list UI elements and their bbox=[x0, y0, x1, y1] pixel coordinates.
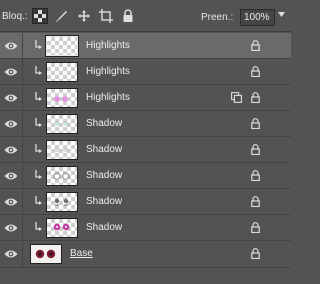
layer-thumbnail[interactable] bbox=[46, 140, 78, 160]
layer-thumbnail[interactable] bbox=[46, 218, 78, 238]
layer-row[interactable]: Highlights bbox=[0, 59, 291, 85]
lock-icon bbox=[251, 222, 260, 233]
lock-image-pixels-icon[interactable] bbox=[54, 8, 70, 24]
lock-icon bbox=[251, 66, 260, 77]
lock-icon bbox=[251, 144, 260, 155]
visibility-eye-icon[interactable] bbox=[4, 249, 18, 259]
layer-name[interactable]: Shadow bbox=[86, 170, 122, 181]
layer-thumbnail[interactable] bbox=[46, 192, 78, 212]
divider bbox=[22, 33, 23, 59]
visibility-eye-icon[interactable] bbox=[4, 171, 18, 181]
layer-name[interactable]: Shadow bbox=[86, 144, 122, 155]
layer-name[interactable]: Base bbox=[70, 248, 93, 259]
lock-all-icon[interactable] bbox=[120, 8, 136, 24]
lock-icon bbox=[251, 248, 260, 259]
layer-name[interactable]: Shadow bbox=[86, 196, 122, 207]
lock-icon bbox=[251, 196, 260, 207]
smart-object-icon bbox=[231, 92, 242, 103]
layers-lock-toolbar: Bloq.: Preen.: 100% bbox=[0, 0, 291, 32]
lock-icon bbox=[251, 40, 260, 51]
layer-thumbnail[interactable] bbox=[30, 244, 62, 264]
layer-thumbnail[interactable] bbox=[46, 62, 78, 82]
clipping-mask-icon bbox=[35, 170, 42, 179]
fill-value: 100% bbox=[244, 12, 270, 23]
fill-label: Preen.: bbox=[201, 12, 234, 23]
layer-row[interactable]: Highlights bbox=[0, 85, 291, 111]
clipping-mask-icon bbox=[35, 40, 42, 49]
chevron-down-icon[interactable] bbox=[278, 12, 285, 17]
layer-name[interactable]: Highlights bbox=[86, 40, 130, 51]
clipping-mask-icon bbox=[35, 196, 42, 205]
lock-icon bbox=[251, 92, 260, 103]
layer-row[interactable]: Shadow bbox=[0, 163, 291, 189]
visibility-eye-icon[interactable] bbox=[4, 67, 18, 77]
divider bbox=[22, 59, 23, 85]
lock-icon bbox=[251, 118, 260, 129]
visibility-eye-icon[interactable] bbox=[4, 197, 18, 207]
clipping-mask-icon bbox=[35, 66, 42, 75]
layer-name[interactable]: Shadow bbox=[86, 222, 122, 233]
clipping-mask-icon bbox=[35, 92, 42, 101]
layer-name[interactable]: Highlights bbox=[86, 66, 130, 77]
divider bbox=[22, 111, 23, 137]
clipping-mask-icon bbox=[35, 222, 42, 231]
layer-row[interactable]: Highlights bbox=[0, 33, 291, 59]
visibility-eye-icon[interactable] bbox=[4, 93, 18, 103]
layer-row[interactable]: Shadow bbox=[0, 189, 291, 215]
layer-thumbnail[interactable] bbox=[46, 114, 78, 134]
visibility-eye-icon[interactable] bbox=[4, 41, 18, 51]
layer-row[interactable]: Shadow bbox=[0, 215, 291, 241]
divider bbox=[22, 215, 23, 241]
layer-name[interactable]: Highlights bbox=[86, 92, 130, 103]
clipping-mask-icon bbox=[35, 118, 42, 127]
layer-row[interactable]: Shadow bbox=[0, 111, 291, 137]
visibility-eye-icon[interactable] bbox=[4, 119, 18, 129]
divider bbox=[22, 189, 23, 215]
lock-transparent-pixels-icon[interactable] bbox=[32, 8, 48, 24]
visibility-eye-icon[interactable] bbox=[4, 145, 18, 155]
lock-label: Bloq.: bbox=[2, 11, 28, 22]
lock-position-icon[interactable] bbox=[76, 8, 92, 24]
layer-row[interactable]: Base bbox=[0, 241, 291, 268]
layer-thumbnail[interactable] bbox=[46, 88, 78, 108]
divider bbox=[22, 137, 23, 163]
layer-name[interactable]: Shadow bbox=[86, 118, 122, 129]
divider bbox=[22, 241, 23, 267]
divider bbox=[22, 163, 23, 189]
clipping-mask-icon bbox=[35, 144, 42, 153]
layer-row[interactable]: Shadow bbox=[0, 137, 291, 163]
divider bbox=[22, 85, 23, 111]
lock-icon bbox=[251, 170, 260, 181]
lock-artboard-icon[interactable] bbox=[98, 8, 114, 24]
visibility-eye-icon[interactable] bbox=[4, 223, 18, 233]
layer-thumbnail[interactable] bbox=[46, 166, 78, 186]
fill-input[interactable]: 100% bbox=[240, 9, 275, 26]
layer-thumbnail[interactable] bbox=[45, 35, 79, 57]
